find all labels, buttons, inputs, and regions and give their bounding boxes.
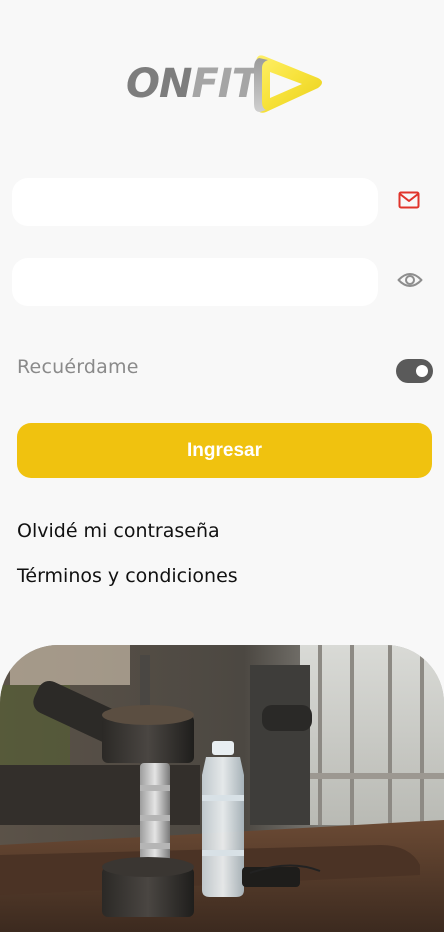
gym-hero-image xyxy=(0,645,444,932)
login-button[interactable]: Ingresar xyxy=(17,423,432,478)
onfit-logo: ONFIT xyxy=(126,50,326,118)
email-field[interactable] xyxy=(12,178,378,226)
logo-wordmark: ONFIT xyxy=(126,61,259,107)
password-field[interactable] xyxy=(12,258,378,306)
forgot-password-link[interactable]: Olvidé mi contraseña xyxy=(17,520,220,542)
logo-word-on: ON xyxy=(126,61,192,107)
toggle-knob xyxy=(416,365,428,377)
gym-scene-illustration xyxy=(0,645,444,932)
logo-play-mark-icon xyxy=(254,55,322,113)
mail-icon xyxy=(396,188,422,212)
remember-me-label: Recuérdame xyxy=(17,356,139,378)
remember-me-toggle[interactable] xyxy=(396,359,433,383)
terms-link[interactable]: Términos y condiciones xyxy=(17,565,238,587)
logo-word-fit: FIT xyxy=(191,61,258,107)
eye-icon[interactable] xyxy=(396,266,424,294)
